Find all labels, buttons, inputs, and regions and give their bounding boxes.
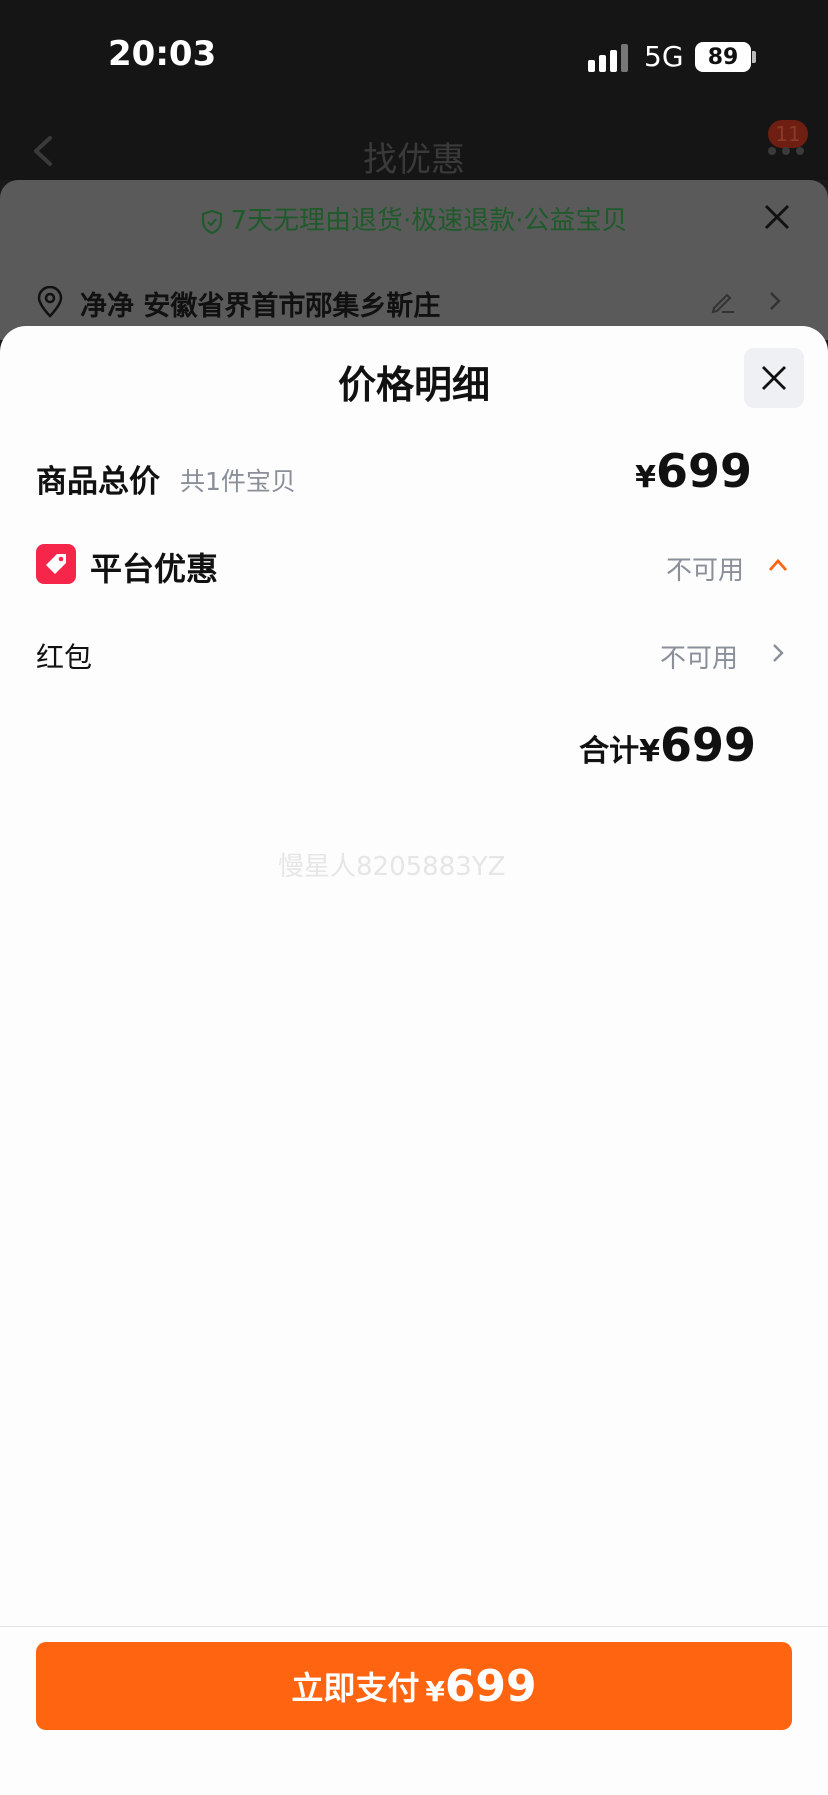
tag-icon — [36, 544, 76, 584]
grand-total-label: 合计 — [579, 734, 640, 769]
close-icon — [762, 366, 786, 390]
sheet-title: 价格明细 — [337, 363, 490, 407]
item-count: 共1件宝贝 — [180, 467, 296, 496]
close-icon[interactable] — [762, 202, 792, 232]
service-promise: 7天无理由退货·极速退款·公益宝贝 — [0, 200, 828, 237]
pay-now-button[interactable]: 立即支付 ¥699 — [36, 1642, 792, 1730]
red-packet-status[interactable]: 不可用 — [660, 638, 738, 675]
network-label: 5G — [644, 40, 684, 73]
signal-icon — [588, 44, 628, 72]
battery-level: 89 — [707, 44, 739, 70]
currency-symbol: ¥ — [635, 460, 656, 495]
shield-check-icon — [202, 209, 223, 234]
platform-discount-status[interactable]: 不可用 — [666, 550, 744, 587]
nav-bar: 找优惠 11 — [0, 120, 828, 180]
grand-total: 合计¥699 — [579, 718, 756, 772]
goods-total-price: ¥699 — [635, 444, 752, 498]
pay-now-label: 立即支付 — [291, 1669, 420, 1707]
chevron-up-icon[interactable] — [768, 558, 788, 572]
watermark: 慢星人8205883YZ — [278, 852, 506, 882]
red-packet-label: 红包 — [36, 641, 93, 674]
battery-tip — [752, 51, 756, 63]
edit-icon[interactable] — [710, 288, 736, 314]
platform-discount-label: 平台优惠 — [90, 550, 219, 588]
close-button[interactable] — [744, 348, 804, 408]
currency-symbol: ¥ — [639, 734, 660, 769]
more-icon[interactable] — [766, 144, 806, 158]
service-promise-text: 7天无理由退货·极速退款·公益宝贝 — [230, 206, 628, 236]
status-bar: 20:03 5G 89 — [0, 0, 828, 120]
grand-total-value: 699 — [659, 718, 756, 772]
goods-total-value: 699 — [655, 444, 752, 498]
price-detail-sheet: 价格明细 商品总价 共1件宝贝 ¥699 平台优惠 不可用 红包 不可用 合计¥… — [0, 326, 828, 1795]
status-time: 20:03 — [108, 34, 217, 74]
chevron-right-icon[interactable] — [772, 642, 784, 664]
shipping-address[interactable]: 净净 安徽省界首市邴集乡靳庄 — [80, 284, 440, 323]
order-card-background: 7天无理由退货·极速退款·公益宝贝 净净 安徽省界首市邴集乡靳庄 — [0, 180, 828, 340]
battery-icon: 89 — [695, 42, 751, 72]
footer-divider — [0, 1626, 828, 1627]
nav-title: 找优惠 — [363, 140, 465, 180]
goods-total-label: 商品总价 — [36, 464, 160, 500]
location-pin-icon — [37, 286, 63, 318]
currency-symbol: ¥ — [425, 1674, 445, 1708]
chevron-right-icon — [770, 292, 781, 310]
pay-now-price: 699 — [444, 1660, 537, 1712]
